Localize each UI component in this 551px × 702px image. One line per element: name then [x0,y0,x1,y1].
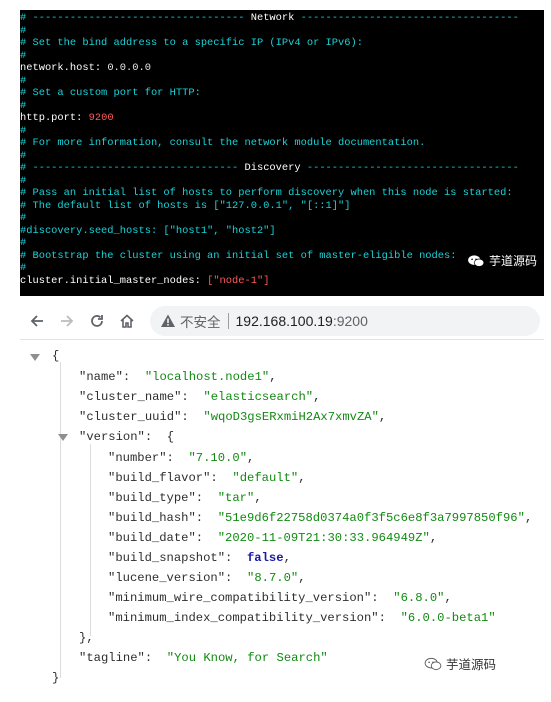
json-row-tagline: "tagline": "You Know, for Search" [79,651,328,665]
terminal-line: network.host: 0.0.0.0 [20,62,151,74]
wechat-icon [468,254,485,267]
json-row-cluster-uuid: "cluster_uuid": "wqoD3gsERxmiH2Ax7xmvZA"… [79,410,387,424]
terminal-line: # Pass an initial list of hosts to perfo… [20,187,513,199]
json-open-brace: { [52,349,60,363]
indent-guide [90,444,91,636]
address-bar[interactable]: 不安全 192.168.100.19:9200 [150,306,540,336]
terminal-line: # [20,24,27,37]
terminal-line: # ---------------------------------- Net… [20,12,519,24]
home-icon [120,314,134,328]
security-status[interactable]: 不安全 [180,311,221,331]
terminal-line: # For more information, consult the netw… [20,137,426,149]
json-row-cluster-name: "cluster_name": "elasticsearch", [79,390,321,404]
wechat-icon [424,657,442,670]
watermark-bottom-text: 芋道源码 [446,657,497,672]
watermark-terminal: 芋道源码 [467,252,537,269]
terminal-line: # [20,237,27,249]
json-row-build-type: "build_type": "tar", [108,491,262,505]
terminal-line: # [20,99,27,112]
json-close-version: }, [79,631,94,645]
terminal-line: # Set a custom port for HTTP: [20,87,201,99]
json-row-number: "number": "7.10.0", [108,451,255,465]
terminal-line: cluster.initial_master_nodes: ["node-1"] [20,274,270,287]
terminal-line: # [20,174,27,187]
browser-toolbar: 不安全 192.168.100.19:9200 [20,303,544,340]
json-row-min-wire: "minimum_wire_compatibility_version": "6… [108,591,452,605]
reload-icon [91,315,103,327]
terminal-line: http.port: 9200 [20,112,114,124]
json-row-build-flavor: "build_flavor": "default", [108,471,306,485]
terminal-line: # Bootstrap the cluster using an initial… [20,249,457,262]
arrow-right-icon [61,315,74,327]
indent-guide [60,362,61,678]
json-row-version: "version": { [79,430,175,444]
json-row-name: "name": "localhost.node1", [79,370,277,384]
terminal-line: # [20,49,27,62]
reload-button[interactable] [84,308,110,334]
json-close-brace: } [52,671,60,685]
forward-button[interactable] [54,308,80,334]
terminal-line: # --------------------------------- Disc… [20,162,519,174]
url-port: :9200 [332,313,368,329]
terminal-line: # [20,149,27,162]
terminal-line: # [20,212,27,224]
json-row-min-index: "minimum_index_compatibility_version": "… [108,611,496,625]
collapse-version-toggle[interactable] [58,434,68,441]
terminal-line: # [20,262,27,274]
terminal-line: # Set the bind address to a specific IP … [20,37,363,49]
json-row-build-snapshot: "build_snapshot": false, [108,551,291,565]
watermark-bottom: 芋道源码 [424,654,496,673]
terminal-line: # The default list of hosts is ["127.0.0… [20,199,351,212]
terminal-line: # [20,74,27,87]
json-row-lucene-version: "lucene_version": "8.7.0", [108,571,306,585]
warning-icon [161,314,175,327]
json-row-build-date: "build_date": "2020-11-09T21:30:33.96494… [108,531,438,545]
watermark-terminal-text: 芋道源码 [488,254,537,268]
omnibox-divider [227,313,229,329]
json-viewer: { "name": "localhost.node1", "cluster_na… [20,340,544,700]
back-button[interactable] [24,308,50,334]
collapse-root-toggle[interactable] [30,354,40,361]
terminal-window: # ---------------------------------- Net… [20,10,544,296]
url-host: 192.168.100.19 [235,313,333,329]
json-row-build-hash: "build_hash": "51e9d6f22758d0374a0f3f5c6… [108,511,533,525]
arrow-left-icon [30,315,43,327]
terminal-line: # [20,124,27,137]
home-button[interactable] [114,308,140,334]
terminal-line: #discovery.seed_hosts: ["host1", "host2"… [20,224,276,237]
